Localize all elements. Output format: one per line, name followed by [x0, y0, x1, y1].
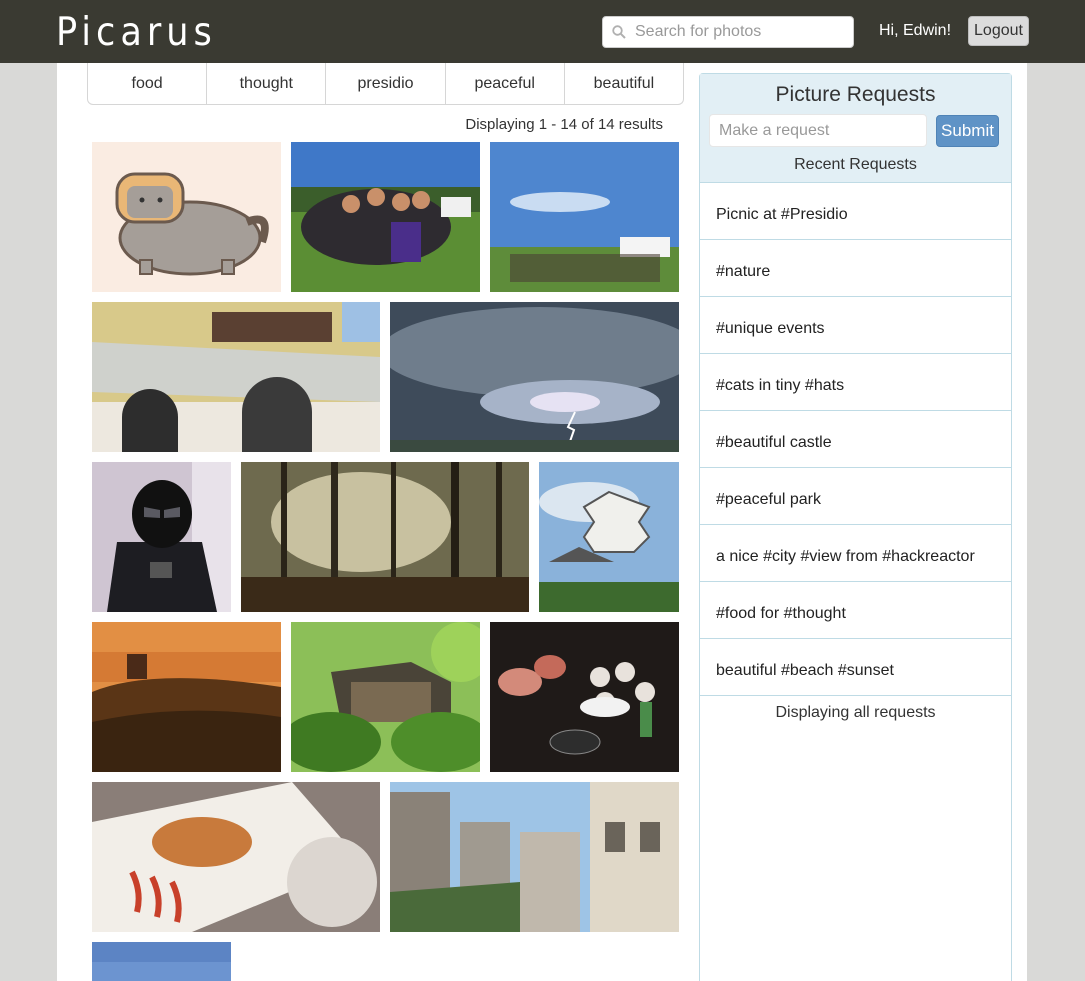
request-item[interactable]: #unique events [700, 297, 1011, 354]
photo-blue-sky[interactable] [92, 942, 231, 981]
photo-japanese-garden[interactable] [291, 622, 480, 772]
photo-japanese-castle[interactable] [539, 462, 679, 612]
photo-picnic-crowd[interactable] [490, 142, 679, 292]
tag-tab-presidio[interactable]: presidio [326, 63, 446, 104]
request-list: Picnic at #Presidio #nature #unique even… [700, 183, 1011, 696]
results-count: Displaying 1 - 14 of 14 results [465, 116, 663, 133]
search-box[interactable] [602, 16, 854, 48]
request-item[interactable]: a nice #city #view from #hackreactor [700, 525, 1011, 582]
photo-cat-toast[interactable] [92, 142, 281, 292]
site-logo[interactable]: Picarus [56, 10, 217, 55]
photo-castle-sunset[interactable] [92, 622, 281, 772]
photo-plated-dish[interactable] [92, 782, 380, 932]
request-item[interactable]: #cats in tiny #hats [700, 354, 1011, 411]
picture-requests-panel: Picture Requests Submit Recent Requests … [699, 73, 1012, 981]
search-input[interactable] [635, 17, 849, 47]
user-greeting: Hi, Edwin! [879, 22, 952, 39]
photo-misty-forest[interactable] [241, 462, 529, 612]
recent-requests-label: Recent Requests [794, 156, 917, 173]
photo-storm-lightning[interactable] [390, 302, 679, 452]
photo-building-awning[interactable] [92, 302, 380, 452]
logout-button[interactable]: Logout [968, 16, 1029, 46]
requests-panel-header: Picture Requests Submit Recent Requests [700, 74, 1011, 183]
request-input[interactable] [709, 114, 927, 147]
photo-group-park[interactable] [291, 142, 480, 292]
submit-request-button[interactable]: Submit [936, 115, 999, 147]
requests-panel-title: Picture Requests [775, 83, 936, 106]
photo-darth-vader[interactable] [92, 462, 231, 612]
request-item[interactable]: #beautiful castle [700, 411, 1011, 468]
request-item[interactable]: Picnic at #Presidio [700, 183, 1011, 240]
tag-tab-beautiful[interactable]: beautiful [565, 63, 683, 104]
top-navbar: Picarus Hi, Edwin! Logout [0, 0, 1085, 63]
tag-tab-peaceful[interactable]: peaceful [446, 63, 565, 104]
tag-tabs: food thought presidio peaceful beautiful [87, 63, 684, 105]
requests-footer: Displaying all requests [775, 704, 936, 721]
request-item[interactable]: #nature [700, 240, 1011, 297]
photo-city-view[interactable] [390, 782, 679, 932]
search-icon [612, 25, 626, 39]
tag-tab-food[interactable]: food [88, 63, 208, 104]
request-item[interactable]: #peaceful park [700, 468, 1011, 525]
photo-korean-bbq[interactable] [490, 622, 679, 772]
tag-tab-thought[interactable]: thought [207, 63, 327, 104]
request-item[interactable]: beautiful #beach #sunset [700, 639, 1011, 696]
request-item[interactable]: #food for #thought [700, 582, 1011, 639]
